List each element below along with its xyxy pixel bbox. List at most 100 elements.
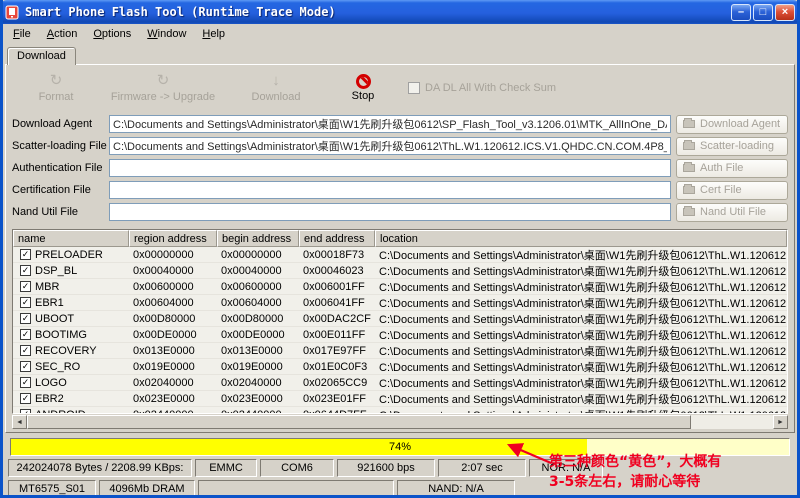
folder-icon [683,164,695,172]
folder-icon [683,120,695,128]
begin-address: 0x02040000 [217,377,299,389]
location: C:\Documents and Settings\Administrator\… [375,295,787,311]
table-row[interactable]: ✓SEC_RO0x019E00000x019E00000x01E0C0F3C:\… [13,359,787,375]
auth-file-label: Authentication File [12,162,109,174]
scrollbar-track[interactable] [27,415,773,429]
region-address: 0x00000000 [129,249,217,261]
download-agent-browse-button[interactable]: Download Agent [676,115,788,134]
row-checkbox[interactable]: ✓ [20,393,31,404]
annotation-line1: 第三种颜色“黄色”，大概有 [549,452,721,472]
close-button[interactable]: × [775,4,795,21]
table-row[interactable]: ✓MBR0x006000000x006000000x006001FFC:\Doc… [13,279,787,295]
auth-file-input[interactable] [109,159,671,177]
partition-name: ANDROID [35,409,86,415]
partition-name: EBR2 [35,393,64,405]
scatter-file-input[interactable] [109,137,671,155]
table-row[interactable]: ✓PRELOADER0x000000000x000000000x00018F73… [13,247,787,263]
region-address: 0x02440000 [129,409,217,415]
scroll-left-arrow-icon[interactable]: ◄ [12,415,27,429]
column-header-location[interactable]: location [375,230,787,247]
location: C:\Documents and Settings\Administrator\… [375,375,787,391]
cert-file-browse-button[interactable]: Cert File [676,181,788,200]
download-icon: ↓ [272,73,280,90]
maximize-button[interactable]: □ [753,4,773,21]
table-row[interactable]: ✓DSP_BL0x000400000x000400000x00046023C:\… [13,263,787,279]
tabstrip: Download [3,44,797,64]
status-chip-type: MT6575_S01 [8,480,96,498]
scatter-file-browse-button[interactable]: Scatter-loading [676,137,788,156]
begin-address: 0x023E0000 [217,393,299,405]
location: C:\Documents and Settings\Administrator\… [375,343,787,359]
row-checkbox[interactable]: ✓ [20,361,31,372]
table-row[interactable]: ✓EBR20x023E00000x023E00000x023E01FFC:\Do… [13,391,787,407]
row-checkbox[interactable]: ✓ [20,281,31,292]
annotation-line2: 3-5条左右，请耐心等待 [549,472,721,492]
menu-item-file[interactable]: File [5,26,39,42]
menu-item-window[interactable]: Window [139,26,194,42]
end-address: 0x023E01FF [299,393,375,405]
row-checkbox[interactable]: ✓ [20,249,31,260]
row-checkbox[interactable]: ✓ [20,313,31,324]
menu-item-help[interactable]: Help [194,26,233,42]
nand-util-file-label: Nand Util File [12,206,109,218]
location: C:\Documents and Settings\Administrator\… [375,247,787,263]
column-header-name[interactable]: name [13,230,129,247]
download-agent-label: Download Agent [12,118,109,130]
begin-address: 0x00040000 [217,265,299,277]
download-agent-row: Download Agent Download Agent [12,113,788,135]
begin-address: 0x00604000 [217,297,299,309]
begin-address: 0x00DE0000 [217,329,299,341]
status-bytes: 242024078 Bytes / 2208.99 KBps: [8,459,192,477]
partition-name: PRELOADER [35,249,103,261]
table-row[interactable]: ✓BOOTIMG0x00DE00000x00DE00000x00E011FFC:… [13,327,787,343]
menubar: FileActionOptionsWindowHelp [3,24,797,44]
titlebar: Smart Phone Flash Tool (Runtime Trace Mo… [0,0,800,24]
region-address: 0x019E0000 [129,361,217,373]
table-row[interactable]: ✓UBOOT0x00D800000x00D800000x00DAC2CFC:\D… [13,311,787,327]
firmware-upgrade-label: Firmware -> Upgrade [111,91,215,103]
status-dram: 4096Mb DRAM [99,480,195,498]
row-checkbox[interactable]: ✓ [20,329,31,340]
nand-util-browse-button[interactable]: Nand Util File [676,203,788,222]
partition-name: DSP_BL [35,265,77,277]
scrollbar-thumb[interactable] [27,415,691,429]
row-checkbox[interactable]: ✓ [20,377,31,388]
tab-download[interactable]: Download [7,47,76,65]
menu-item-action[interactable]: Action [39,26,86,42]
firmware-upgrade-icon: ↻ [157,73,170,90]
row-checkbox[interactable]: ✓ [20,409,31,414]
column-header-end[interactable]: end address [299,230,375,247]
file-fields: Download Agent Download Agent Scatter-lo… [6,111,794,225]
table-row[interactable]: ✓ANDROID0x024400000x024400000x0644D7FFC:… [13,407,787,414]
format-icon: ↻ [50,73,63,90]
da-dl-checksum-checkbox[interactable] [408,82,420,94]
folder-icon [683,186,695,194]
end-address: 0x00DAC2CF [299,313,375,325]
stop-button[interactable]: Stop [338,74,388,102]
auth-file-browse-button[interactable]: Auth File [676,159,788,178]
firmware-upgrade-button[interactable]: ↻ Firmware -> Upgrade [108,73,218,103]
partition-table: name region address begin address end ad… [12,229,788,414]
download-agent-input[interactable] [109,115,671,133]
minimize-button[interactable]: – [731,4,751,21]
region-address: 0x00604000 [129,297,217,309]
column-header-begin[interactable]: begin address [217,230,299,247]
format-button[interactable]: ↻ Format [16,73,96,103]
horizontal-scrollbar[interactable]: ◄ ► [12,415,788,429]
end-address: 0x00046023 [299,265,375,277]
scroll-right-arrow-icon[interactable]: ► [773,415,788,429]
table-row[interactable]: ✓EBR10x006040000x006040000x006041FFC:\Do… [13,295,787,311]
column-header-region[interactable]: region address [129,230,217,247]
menu-item-options[interactable]: Options [85,26,139,42]
folder-icon [683,142,695,150]
download-button[interactable]: ↓ Download [236,73,316,103]
row-checkbox[interactable]: ✓ [20,297,31,308]
row-checkbox[interactable]: ✓ [20,345,31,356]
row-checkbox[interactable]: ✓ [20,265,31,276]
cert-file-input[interactable] [109,181,671,199]
location: C:\Documents and Settings\Administrator\… [375,359,787,375]
nand-util-file-input[interactable] [109,203,671,221]
table-row[interactable]: ✓LOGO0x020400000x020400000x02065CC9C:\Do… [13,375,787,391]
stop-icon [356,74,371,89]
table-row[interactable]: ✓RECOVERY0x013E00000x013E00000x017E97FFC… [13,343,787,359]
